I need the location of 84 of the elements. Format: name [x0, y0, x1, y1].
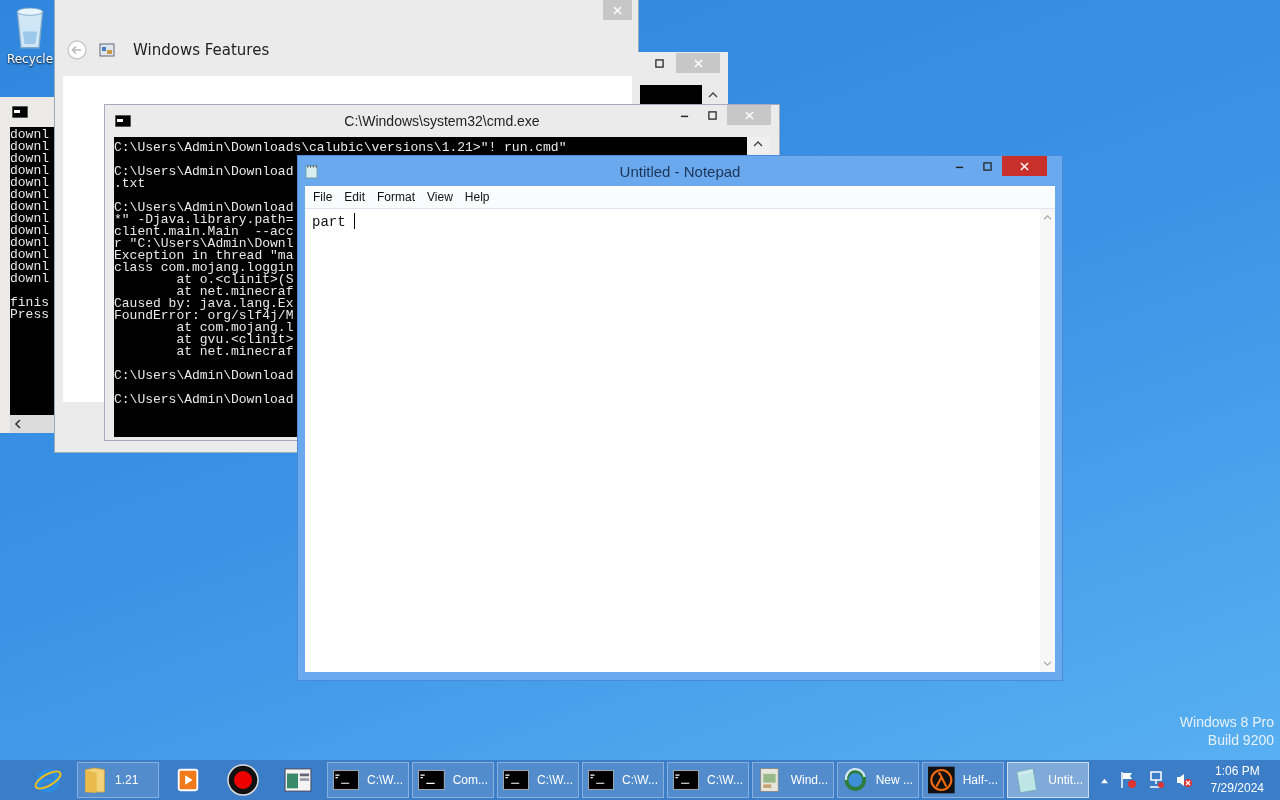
- console-line: C:\Users\Admin\Download: [114, 202, 294, 214]
- clock[interactable]: 1:06 PM 7/29/2024: [1210, 763, 1264, 797]
- taskbar-button[interactable]: Com...: [412, 762, 494, 798]
- play-icon: [175, 767, 201, 793]
- notepad-icon: [305, 163, 318, 179]
- console-line: downl: [10, 249, 49, 261]
- close-icon: [1020, 161, 1029, 171]
- taskbar-button[interactable]: C:\W...: [497, 762, 579, 798]
- menu-item[interactable]: View: [421, 190, 459, 204]
- console-icon: [333, 769, 359, 791]
- close-icon: [693, 58, 703, 68]
- console-line: downl: [10, 189, 49, 201]
- window-icon: [284, 768, 312, 792]
- show-hidden-icon[interactable]: [1099, 776, 1109, 784]
- flag-icon[interactable]: [1118, 771, 1137, 789]
- taskbar-button[interactable]: 1.21: [77, 762, 159, 798]
- console-line: C:\Users\Admin\Download: [114, 370, 294, 382]
- scrollbar[interactable]: [1040, 209, 1055, 672]
- control-panel-icon: [99, 42, 115, 58]
- console-icon: [115, 115, 131, 127]
- console-icon: [418, 769, 445, 791]
- taskbar-button[interactable]: New ...: [837, 762, 919, 798]
- console-line: at gvu.<clinit>: [175, 334, 294, 346]
- console-line: Caused by: java.lang.Ex: [114, 298, 294, 310]
- console-line: C:\Users\Admin\Download: [114, 394, 294, 406]
- console-line: downl: [10, 213, 49, 225]
- window-title: C:\Windows\system32\cmd.exe: [344, 113, 540, 129]
- console-line: downl: [10, 273, 49, 285]
- console-line: downl: [10, 141, 49, 153]
- console-line: Exception in thread "ma: [114, 250, 294, 262]
- edition-text: Windows 8 Pro: [1179, 714, 1274, 730]
- window-title: Windows Features: [133, 41, 270, 59]
- console-line: downl: [10, 237, 49, 249]
- menu-item[interactable]: Edit: [338, 190, 372, 204]
- taskbar-button[interactable]: C:\W...: [667, 762, 749, 798]
- maximize-icon: [654, 58, 664, 68]
- console-icon: [503, 769, 529, 791]
- taskbar-button[interactable]: Untit...: [1007, 762, 1089, 798]
- menu-item[interactable]: File: [307, 190, 339, 204]
- console-icon: [673, 769, 699, 791]
- menu-item[interactable]: Help: [458, 190, 496, 204]
- window-title: Untitled - Notepad: [619, 162, 741, 180]
- taskbar-button[interactable]: C:\W...: [582, 762, 664, 798]
- scrollbar[interactable]: [747, 137, 769, 154]
- record-icon: [227, 764, 259, 796]
- console-line: at net.minecraf: [176, 286, 294, 298]
- console-line: finis: [10, 297, 49, 309]
- console-line: class com.mojang.loggin: [114, 262, 294, 274]
- console-line: FoundError: org/slf4j/M: [114, 310, 294, 322]
- maximize-icon: [707, 110, 717, 120]
- console-line: downl: [10, 177, 49, 189]
- speaker-muted-icon[interactable]: [1174, 771, 1193, 789]
- folder-icon: [83, 765, 107, 795]
- console-line: Press: [10, 309, 49, 321]
- menu-item[interactable]: Format: [371, 190, 422, 204]
- close-icon: [744, 110, 754, 120]
- console-line: at net.minecraf: [175, 346, 294, 358]
- maximize-icon: [982, 161, 992, 171]
- console-line: at com.mojang.l: [175, 322, 294, 334]
- close-button[interactable]: [1002, 156, 1047, 176]
- console-line: downl: [10, 153, 49, 165]
- console-line: downl: [10, 165, 49, 177]
- taskbar-button[interactable]: C:\W...: [327, 762, 409, 798]
- console-line: *" -Djava.library.path=: [114, 214, 294, 226]
- taskbar-button[interactable]: Wind...: [752, 762, 834, 798]
- console-area: [640, 85, 702, 105]
- close-icon: [613, 5, 622, 15]
- console-line: downl: [10, 261, 49, 273]
- lambda-icon: [928, 765, 955, 795]
- edition-text: Build 9200: [1207, 732, 1274, 748]
- desktop-icon-label[interactable]: Recycle: [6, 52, 54, 66]
- console-line: r "C:\Users\Admin\Downl: [114, 238, 294, 250]
- console-line: downl: [10, 225, 49, 237]
- console-line: C:\Users\Admin\Downloads\calubic\versions\1.21>"! run.cmd": [114, 142, 567, 154]
- console-line: .txt: [114, 178, 146, 190]
- console-line: client.main.Main --acc: [114, 226, 294, 238]
- console-line: downl: [10, 129, 49, 141]
- console-icon: [588, 769, 614, 791]
- taskbar-button[interactable]: Half-...: [922, 762, 1004, 798]
- console-line: at o.<clinit>(S: [176, 274, 294, 286]
- console-line: downl: [10, 201, 49, 213]
- console-icon: [12, 106, 28, 118]
- console-line: C:\Users\Admin\Download: [114, 166, 294, 178]
- scrollbar[interactable]: [10, 415, 56, 433]
